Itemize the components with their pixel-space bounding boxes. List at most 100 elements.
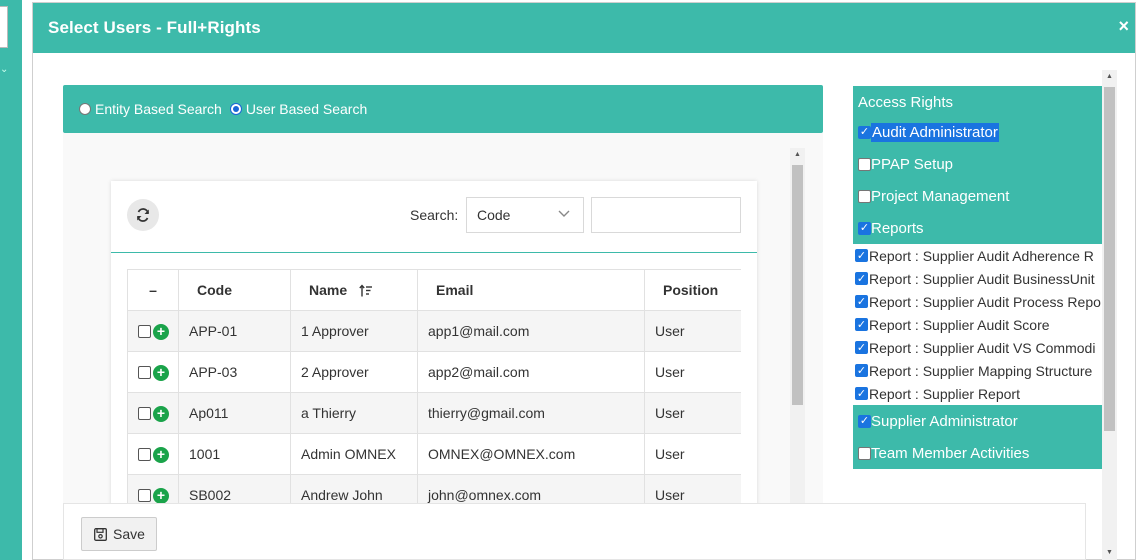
- access-group-item[interactable]: ✓ Reports: [853, 212, 1102, 244]
- checkbox[interactable]: [858, 446, 871, 460]
- cell-email: thierry@gmail.com: [417, 392, 645, 434]
- access-subitem-label: Report : Supplier Audit Score: [869, 316, 1050, 333]
- search-field-value: Code: [477, 207, 511, 223]
- checkbox[interactable]: ✓: [855, 272, 868, 285]
- checkbox[interactable]: [858, 189, 871, 203]
- checkbox[interactable]: ✓: [858, 414, 871, 428]
- table-row[interactable]: + APP-01 1 Approver app1@mail.com User: [127, 310, 741, 352]
- plus-circle-icon[interactable]: +: [153, 364, 169, 381]
- access-subitem-label: Report : Supplier Audit Adherence R: [869, 247, 1094, 264]
- refresh-icon: [137, 208, 149, 222]
- access-subitem-label: Report : Supplier Audit Process Repo: [869, 293, 1101, 310]
- access-subitem[interactable]: ✓ Report : Supplier Audit Process Repo: [853, 290, 1102, 313]
- access-group-label: Audit Administrator: [871, 122, 999, 142]
- access-group-item[interactable]: PPAP Setup: [853, 148, 1102, 180]
- name-header[interactable]: Name: [290, 269, 418, 311]
- access-subitem-label: Report : Supplier Report: [869, 385, 1020, 402]
- checkbox[interactable]: ✓: [855, 341, 868, 354]
- cell-position: User: [644, 392, 741, 434]
- access-group-label: PPAP Setup: [871, 155, 954, 173]
- access-subitem[interactable]: ✓ Report : Supplier Mapping Structure: [853, 359, 1102, 382]
- plus-circle-icon[interactable]: +: [153, 405, 169, 422]
- background-panel: [0, 6, 8, 48]
- plus-circle-icon[interactable]: +: [153, 487, 169, 504]
- row-select-cell: +: [127, 310, 179, 352]
- checkbox[interactable]: ✓: [855, 249, 868, 262]
- access-subitem[interactable]: ✓ Report : Supplier Audit VS Commodi: [853, 336, 1102, 359]
- name-header-label: Name: [309, 281, 348, 298]
- access-subitem[interactable]: ✓ Report : Supplier Audit Score: [853, 313, 1102, 336]
- background-app: ⌄: [0, 0, 22, 560]
- checkbox[interactable]: ✓: [855, 318, 868, 331]
- checkbox[interactable]: ✓: [858, 221, 871, 235]
- search-type-option[interactable]: User Based Search: [229, 101, 368, 117]
- access-subitem-label: Report : Supplier Audit BusinessUnit: [869, 270, 1095, 287]
- access-group-item[interactable]: Team Member Activities: [853, 437, 1102, 469]
- save-button-label: Save: [113, 526, 145, 542]
- radio-button[interactable]: [229, 103, 242, 115]
- cell-email: app2@mail.com: [417, 351, 645, 393]
- grid-scrollbar[interactable]: ▲: [790, 148, 805, 560]
- search-type-label: Entity Based Search: [95, 101, 222, 117]
- row-checkbox[interactable]: [138, 325, 151, 339]
- search-type-bar: Entity Based Search User Based Search: [63, 85, 823, 133]
- search-input[interactable]: [591, 197, 741, 233]
- scrollbar-thumb[interactable]: [792, 165, 803, 405]
- modal-footer: Save: [63, 503, 1086, 560]
- cell-name: Admin OMNEX: [290, 433, 418, 475]
- checkbox[interactable]: ✓: [855, 364, 868, 377]
- code-header[interactable]: Code: [178, 269, 291, 311]
- row-checkbox[interactable]: [138, 366, 151, 380]
- access-subitem[interactable]: ✓ Report : Supplier Audit Adherence R: [853, 244, 1102, 267]
- close-icon[interactable]: ×: [1118, 17, 1129, 35]
- search-type-label: User Based Search: [245, 101, 368, 117]
- checkbox[interactable]: ✓: [858, 125, 871, 139]
- cell-email: app1@mail.com: [417, 310, 645, 352]
- access-group-item[interactable]: Project Management: [853, 180, 1102, 212]
- floppy-disk-icon: [94, 527, 107, 541]
- cell-position: User: [644, 310, 741, 352]
- modal-title: Select Users - Full+Rights: [48, 18, 261, 37]
- table-row[interactable]: + APP-03 2 Approver app2@mail.com User: [127, 351, 741, 393]
- access-subitem[interactable]: ✓ Report : Supplier Audit BusinessUnit: [853, 267, 1102, 290]
- access-subitem[interactable]: ✓ Report : Supplier Report: [853, 382, 1102, 405]
- modal-scrollbar[interactable]: ▲ ▼: [1102, 70, 1117, 560]
- search-field-select[interactable]: Code: [466, 197, 584, 233]
- cell-position: User: [644, 351, 741, 393]
- search-type-option[interactable]: Entity Based Search: [79, 101, 222, 117]
- modal-scrollbar-thumb[interactable]: [1104, 87, 1115, 431]
- checkbox[interactable]: ✓: [855, 387, 868, 400]
- row-select-cell: +: [127, 392, 179, 434]
- radio-button[interactable]: [79, 103, 91, 115]
- access-subitem-label: Report : Supplier Audit VS Commodi: [869, 339, 1096, 356]
- select-all-header[interactable]: –: [127, 269, 179, 311]
- row-checkbox[interactable]: [138, 489, 151, 503]
- table-header-row: – Code Name Email Position: [127, 269, 741, 311]
- cell-position: User: [644, 433, 741, 475]
- refresh-button[interactable]: [127, 199, 159, 231]
- plus-circle-icon[interactable]: +: [153, 323, 169, 340]
- table-row[interactable]: + Ap011 a Thierry thierry@gmail.com User: [127, 392, 741, 434]
- scroll-down-arrow-icon[interactable]: ▼: [1102, 546, 1117, 560]
- scroll-up-arrow-icon[interactable]: ▲: [790, 148, 805, 162]
- email-header[interactable]: Email: [417, 269, 645, 311]
- cell-code: APP-01: [178, 310, 291, 352]
- sort-ascending-icon: [359, 284, 373, 297]
- access-group-item[interactable]: ✓ Supplier Administrator: [853, 405, 1102, 437]
- save-button[interactable]: Save: [81, 517, 157, 551]
- plus-circle-icon[interactable]: +: [153, 446, 169, 463]
- row-checkbox[interactable]: [138, 448, 151, 462]
- access-group-label: Supplier Administrator: [871, 412, 1018, 430]
- position-header[interactable]: Position: [644, 269, 741, 311]
- row-select-cell: +: [127, 351, 179, 393]
- scroll-up-arrow-icon[interactable]: ▲: [1102, 70, 1117, 84]
- users-table: – Code Name Email Position + APP-01 1 Ap…: [127, 269, 741, 516]
- checkbox[interactable]: [858, 157, 871, 171]
- checkbox[interactable]: ✓: [855, 295, 868, 308]
- table-row[interactable]: +1001 Admin OMNEX OMNEX@OMNEX.com User: [127, 433, 741, 475]
- cell-name: 1 Approver: [290, 310, 418, 352]
- row-checkbox[interactable]: [138, 407, 151, 421]
- cell-email: OMNEX@OMNEX.com: [417, 433, 645, 475]
- access-rights-panel: Access Rights ✓ Audit Administrator PPAP S…: [853, 86, 1102, 486]
- access-group-item[interactable]: ✓ Audit Administrator: [853, 116, 1102, 148]
